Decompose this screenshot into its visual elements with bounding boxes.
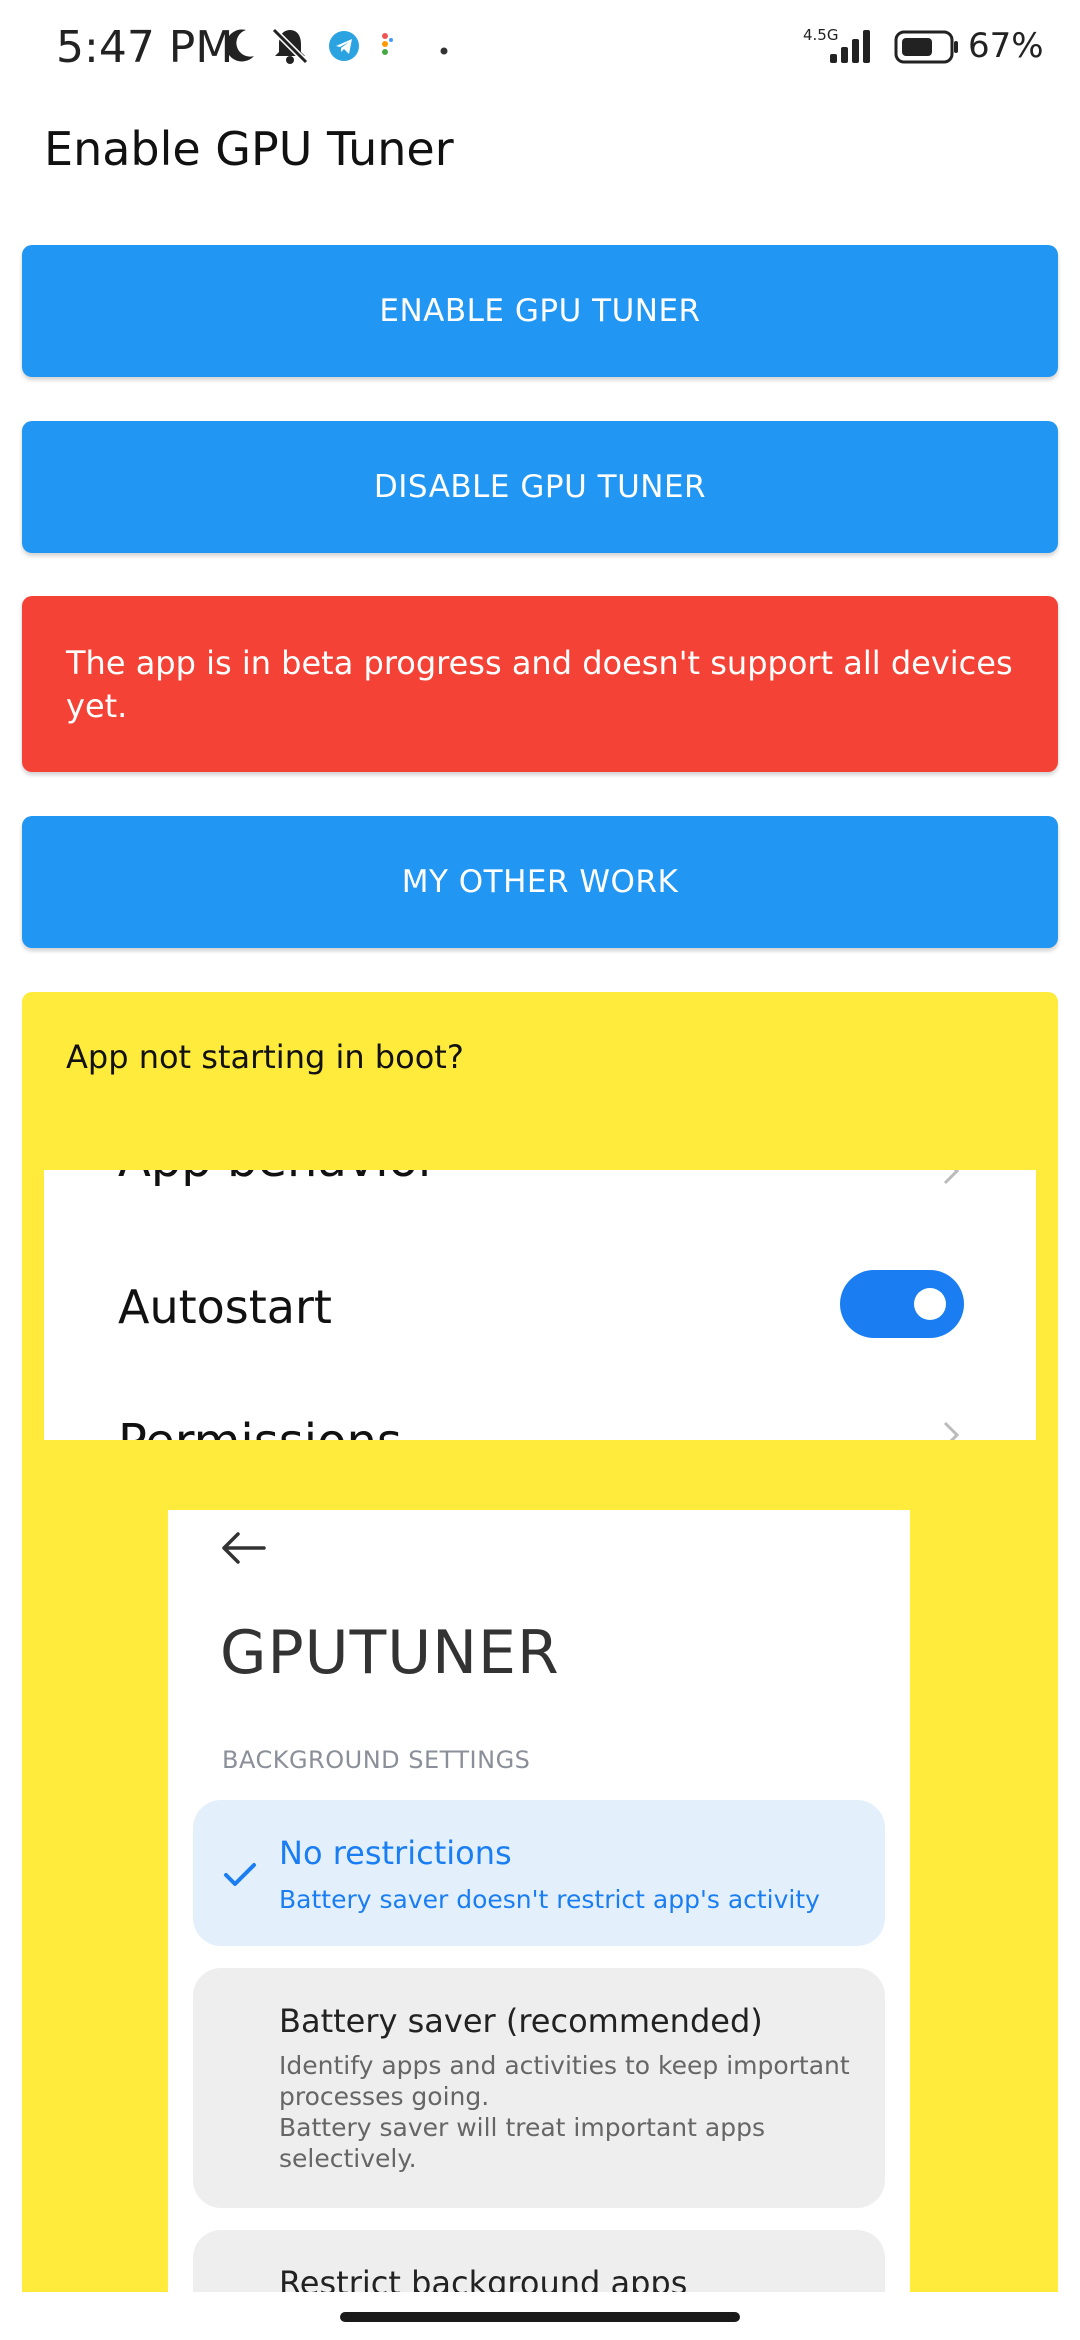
status-bar: 5:47 PM 4.5G 67% bbox=[0, 0, 1080, 96]
app-dots-icon bbox=[380, 32, 396, 65]
option-title: Restrict background apps bbox=[279, 2264, 688, 2292]
option-desc: Battery saver doesn't restrict app's act… bbox=[279, 1885, 820, 1914]
app-behavior-row: App behavior bbox=[118, 1170, 438, 1188]
permissions-row: Permissions bbox=[118, 1414, 402, 1440]
toggle-knob bbox=[914, 1288, 946, 1320]
disable-gpu-tuner-button[interactable]: DISABLE GPU TUNER bbox=[22, 421, 1058, 553]
dot-icon bbox=[440, 42, 448, 60]
signal-icon bbox=[828, 28, 878, 69]
option-title: No restrictions bbox=[279, 1834, 512, 1872]
autostart-screenshot: App behavior Autostart Permissions bbox=[44, 1170, 1036, 1440]
option-desc: Identify apps and activities to keep imp… bbox=[279, 2051, 850, 2173]
option-title: Battery saver (recommended) bbox=[279, 2002, 763, 2040]
boot-help-card: App not starting in boot? App behavior A… bbox=[22, 992, 1058, 2292]
moon-icon bbox=[222, 26, 258, 71]
back-arrow-icon bbox=[220, 1528, 266, 1573]
option-restrict-background: Restrict background apps bbox=[193, 2230, 885, 2292]
screenshot-app-name: GPUTUNER bbox=[220, 1618, 560, 1688]
enable-gpu-tuner-button[interactable]: ENABLE GPU TUNER bbox=[22, 245, 1058, 377]
autostart-label: Autostart bbox=[118, 1280, 332, 1334]
boot-help-title: App not starting in boot? bbox=[66, 1038, 464, 1076]
option-battery-saver: Battery saver (recommended) Identify app… bbox=[193, 1968, 885, 2208]
checkmark-icon bbox=[223, 1862, 257, 1893]
chevron-right-icon bbox=[942, 1420, 960, 1440]
background-settings-screenshot: GPUTUNER BACKGROUND SETTINGS No restrict… bbox=[168, 1510, 910, 2292]
beta-warning-text: The app is in beta progress and doesn't … bbox=[66, 644, 1013, 725]
status-time: 5:47 PM bbox=[56, 22, 234, 73]
home-indicator[interactable] bbox=[340, 2312, 740, 2322]
my-other-work-button[interactable]: MY OTHER WORK bbox=[22, 816, 1058, 948]
section-heading: BACKGROUND SETTINGS bbox=[222, 1746, 531, 1774]
beta-warning-card: The app is in beta progress and doesn't … bbox=[22, 596, 1058, 772]
page-title: Enable GPU Tuner bbox=[44, 122, 454, 176]
autostart-toggle bbox=[840, 1270, 964, 1338]
battery-icon bbox=[894, 30, 960, 69]
bell-off-icon bbox=[270, 26, 310, 71]
option-no-restrictions: No restrictions Battery saver doesn't re… bbox=[193, 1800, 885, 1946]
battery-percent: 67% bbox=[968, 26, 1044, 66]
chevron-right-icon bbox=[942, 1170, 960, 1194]
telegram-icon bbox=[328, 30, 360, 67]
